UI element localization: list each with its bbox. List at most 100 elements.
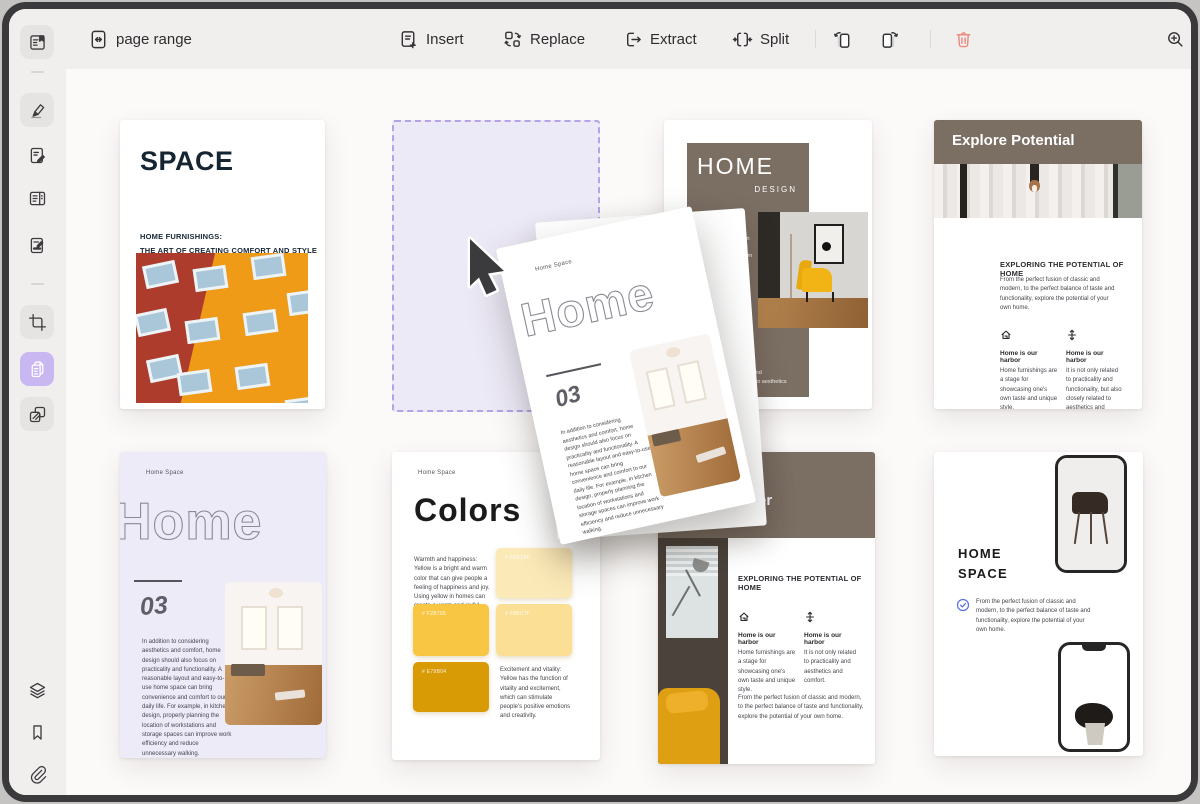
- insert-label: Insert: [426, 31, 464, 48]
- color-swatch: # FBE29F: [496, 548, 572, 598]
- to-order-col2-text: It is not only related to practicality a…: [804, 649, 862, 686]
- colors-header: Home Space: [418, 470, 456, 476]
- color-swatch: # F2B705: [413, 604, 489, 656]
- home03-number: 03: [139, 591, 169, 622]
- house-icon: [738, 611, 750, 623]
- sidebar-divider: [31, 71, 44, 73]
- page-grid-canvas: SPACE HOME FURNISHINGS: THE ART OF CREAT…: [66, 69, 1191, 795]
- to-order-col2: Home is our harbor It is not only relate…: [804, 610, 862, 686]
- check-circle-icon: [956, 598, 970, 612]
- home03-outline-title: Home: [120, 496, 262, 548]
- delete-button[interactable]: [953, 9, 974, 69]
- space-title: SPACE: [140, 146, 234, 177]
- lamp-sofa-photo: [658, 538, 728, 764]
- thumbnail-page-space[interactable]: SPACE HOME FURNISHINGS: THE ART OF CREAT…: [120, 120, 325, 409]
- edit-note-icon: [27, 145, 48, 166]
- split-icon: [732, 29, 753, 50]
- swatch-hex-label: # F2B705: [422, 611, 446, 617]
- sidebar-item-bookmark[interactable]: [20, 715, 54, 749]
- top-toolbar: page range Insert Replace: [66, 9, 1191, 69]
- home-design-subtitle: DESIGN: [697, 185, 797, 194]
- thumbnail-page-home-space[interactable]: HOME SPACE From the perfect fusion of cl…: [934, 452, 1143, 756]
- sidebar-item-sign[interactable]: [20, 228, 54, 262]
- delete-icon: [953, 29, 974, 50]
- rotate-right-icon: [879, 29, 900, 50]
- mouse-cursor: [464, 235, 516, 299]
- explore-col2: Home is our harbor It is not only relate…: [1066, 328, 1124, 409]
- rotate-left-button[interactable]: [832, 9, 853, 69]
- yellow-chair-photo: [758, 212, 868, 328]
- signature-icon: [27, 235, 48, 256]
- highlighter-icon: [27, 100, 48, 121]
- swatch-hex-label: # F8BC7F: [505, 611, 530, 617]
- sidebar-divider: [31, 283, 44, 285]
- sidebar-item-attachment[interactable]: [20, 757, 54, 791]
- sidebar-item-compress[interactable]: [20, 397, 54, 431]
- to-order-footer: From the perfect fusion of classic and m…: [738, 694, 864, 722]
- sidebar-item-highlighter[interactable]: [20, 93, 54, 127]
- phone-mockup-plant: [1058, 642, 1130, 752]
- color-swatch: # F8BC7F: [496, 604, 572, 656]
- dragged-header: Home Space: [535, 259, 573, 273]
- to-order-col1-title: Home is our harbor: [738, 632, 796, 646]
- colors-para2: Excitement and vitality: Yellow has the …: [500, 666, 576, 722]
- extract-label: Extract: [650, 31, 697, 48]
- home-design-title: HOME: [697, 153, 774, 180]
- rotate-right-button[interactable]: [879, 9, 900, 69]
- sidebar-item-reading-layout[interactable]: [20, 181, 54, 215]
- house-icon: [1000, 329, 1012, 341]
- swatch-hex-label: # FBE29F: [505, 555, 530, 561]
- layers-icon: [27, 680, 48, 701]
- extract-button[interactable]: Extract: [622, 9, 697, 69]
- to-order-col1-text: Home furnishings are a stage for showcas…: [738, 649, 796, 695]
- home03-header: Home Space: [146, 470, 184, 476]
- page-range-label: page range: [116, 31, 192, 48]
- to-order-col1: Home is our harbor Home furnishings are …: [738, 610, 796, 695]
- color-swatch: # E79B04: [413, 662, 489, 712]
- insert-icon: [398, 29, 419, 50]
- swatch-hex-label: # E79B04: [422, 669, 446, 675]
- interior-photo: [225, 582, 322, 725]
- explore-col1: Home is our harbor Home furnishings are …: [1000, 328, 1058, 409]
- divider-rule: [134, 580, 182, 582]
- arrows-icon: [804, 611, 816, 623]
- replace-icon: [502, 29, 523, 50]
- explore-col2-title: Home is our harbor: [1066, 350, 1124, 364]
- rotate-left-icon: [832, 29, 853, 50]
- explore-header: Explore Potential: [952, 132, 1075, 149]
- zoom-in-icon: [1165, 29, 1186, 50]
- crop-icon: [27, 312, 48, 333]
- reading-layout-icon: [27, 188, 48, 209]
- sidebar-item-layers[interactable]: [20, 673, 54, 707]
- home-space-title: HOME SPACE: [958, 544, 1008, 584]
- explore-header-band: Explore Potential: [934, 120, 1142, 164]
- page-range-icon: [88, 29, 109, 50]
- reader-icon: [27, 32, 48, 53]
- sidebar-item-annotate[interactable]: [20, 138, 54, 172]
- zoom-in-button[interactable]: [1165, 9, 1186, 69]
- explore-col2-text: It is not only related to practicality a…: [1066, 367, 1124, 409]
- toolbar-divider: [930, 30, 931, 48]
- thumbnail-page-explore-potential[interactable]: Explore Potential EXPLORING THE POTENTIA…: [934, 120, 1142, 409]
- explore-col1-text: Home furnishings are a stage for showcas…: [1000, 367, 1058, 409]
- split-button[interactable]: Split: [732, 9, 789, 69]
- replace-button[interactable]: Replace: [502, 9, 585, 69]
- to-order-col2-title: Home is our harbor: [804, 632, 862, 646]
- insert-button[interactable]: Insert: [398, 9, 464, 69]
- replace-label: Replace: [530, 31, 585, 48]
- thumbnail-page-home-03[interactable]: Home Space Home 03 In addition to consid…: [120, 452, 326, 758]
- dragged-outline-title: Home: [517, 269, 659, 344]
- sidebar-item-reader[interactable]: [20, 25, 54, 59]
- sidebar-item-organize-pages[interactable]: [20, 352, 54, 386]
- attachment-icon: [27, 764, 48, 785]
- phone-mockup-chair: [1055, 455, 1127, 573]
- explore-body: From the perfect fusion of classic and m…: [1000, 276, 1118, 313]
- explore-col1-title: Home is our harbor: [1000, 350, 1058, 364]
- sidebar-item-crop[interactable]: [20, 305, 54, 339]
- extract-icon: [622, 29, 643, 50]
- split-label: Split: [760, 31, 789, 48]
- to-order-heading: EXPLORING THE POTENTIAL OF HOME: [738, 574, 875, 592]
- page-range-button[interactable]: page range: [88, 9, 192, 69]
- dog-curtain-photo: [934, 164, 1142, 218]
- arrows-icon: [1066, 329, 1078, 341]
